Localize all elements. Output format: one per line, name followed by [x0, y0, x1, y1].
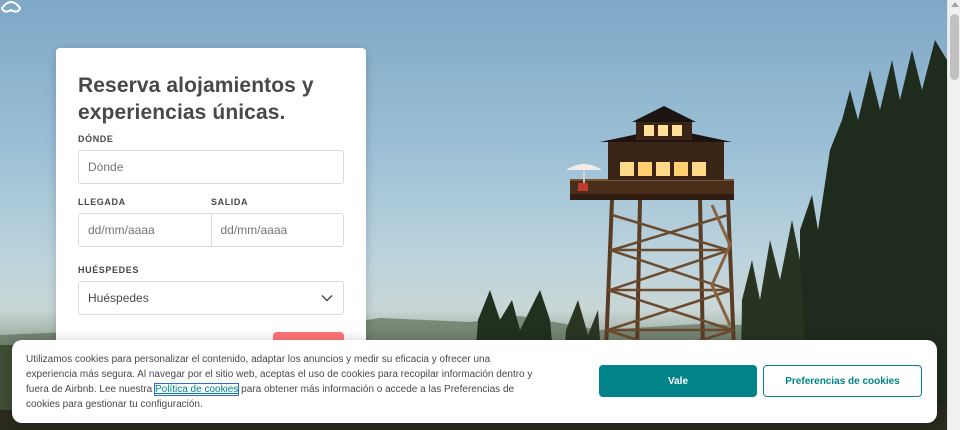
where-label: DÓNDE: [78, 134, 114, 144]
cookie-preferences-button[interactable]: Preferencias de cookies: [763, 365, 922, 397]
vertical-scrollbar[interactable]: [947, 0, 960, 430]
cookie-banner: Utilizamos cookies para personalizar el …: [12, 340, 937, 423]
search-card-headline: Reserva alojamientos y experiencias únic…: [78, 72, 344, 126]
guests-select[interactable]: Huéspedes: [78, 281, 344, 315]
cookie-policy-link[interactable]: Política de cookies: [153, 383, 240, 396]
checkin-input[interactable]: dd/mm/aaaa: [79, 214, 211, 246]
where-input[interactable]: Dónde: [78, 150, 344, 184]
headline-line-1: Reserva alojamientos y: [78, 74, 314, 97]
scroll-up-arrow-icon[interactable]: [951, 2, 959, 7]
headline-line-2: experiencias únicas.: [78, 101, 286, 124]
checkout-input[interactable]: dd/mm/aaaa: [210, 214, 344, 246]
scrollbar-thumb[interactable]: [950, 14, 959, 80]
guests-label: HUÉSPEDES: [78, 265, 139, 275]
guests-select-value: Huéspedes: [88, 291, 149, 305]
chevron-down-icon: [321, 295, 333, 302]
search-card: Reserva alojamientos y experiencias únic…: [56, 48, 366, 378]
airbnb-belo-icon[interactable]: [0, 0, 22, 14]
accept-cookies-button[interactable]: Vale: [599, 365, 757, 397]
cookie-message: Utilizamos cookies para personalizar el …: [26, 352, 536, 412]
date-range-group: dd/mm/aaaa dd/mm/aaaa: [78, 213, 344, 247]
checkout-label: SALIDA: [211, 197, 249, 207]
checkin-label: LLEGADA: [78, 197, 126, 207]
